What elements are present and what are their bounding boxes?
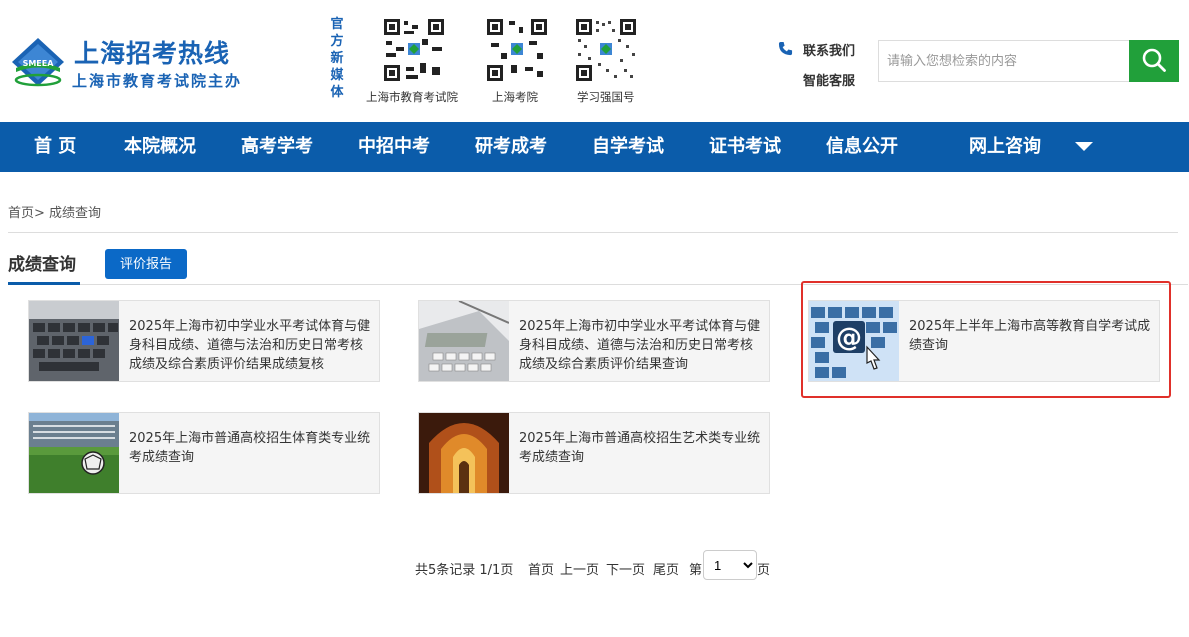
pager-first[interactable]: 首页 [528,559,554,578]
nav-item-about[interactable]: 本院概况 [124,122,196,172]
nav-item-yankao[interactable]: 研考成考 [475,122,547,172]
main-nav: 首 页 本院概况 高考学考 中招中考 研考成考 自学考试 证书考试 信息公开 网… [0,122,1189,172]
section-title[interactable]: 成绩查询 [8,250,76,275]
nav-item-gaokao[interactable]: 高考学考 [241,122,313,172]
nav-item-zhongkao[interactable]: 中招中考 [358,122,430,172]
site-header: SMEEA 上海招考热线 上海市教育考试院主办 官方新媒体 上海市教育考试院 上… [0,0,1189,122]
nav-item-info[interactable]: 信息公开 [826,122,898,172]
site-logo[interactable]: SMEEA 上海招考热线 上海市教育考试院主办 [10,34,240,94]
smart-service-link[interactable]: 智能客服 [803,70,855,89]
nav-item-self-study[interactable]: 自学考试 [592,122,664,172]
pager-prev[interactable]: 上一页 [560,559,599,578]
site-subtitle: 上海市教育考试院主办 [72,72,243,90]
card-title[interactable]: 2025年上海市普通高校招生艺术类专业统考成绩查询 [519,429,765,467]
smeea-logo-icon: SMEEA [12,38,64,87]
score-card[interactable]: 2025年上海市普通高校招生体育类专业统考成绩查询 [28,412,380,494]
search-box [878,40,1130,82]
qr-code-icon [382,17,446,83]
qr-code-icon [485,17,549,83]
score-card[interactable]: 2025年上海市普通高校招生艺术类专业统考成绩查询 [418,412,770,494]
logo-badge: SMEEA [23,59,55,68]
card-title[interactable]: 2025年上海市普通高校招生体育类专业统考成绩查询 [129,429,375,467]
nav-item-certificate[interactable]: 证书考试 [709,122,781,172]
qr-caption: 上海考院 [492,90,538,104]
nav-item-home[interactable]: 首 页 [34,122,76,172]
divider [8,232,1178,233]
pager-next[interactable]: 下一页 [606,559,645,578]
stadium-thumbnail [29,413,119,493]
search-icon [1142,48,1166,72]
breadcrumb-current: 成绩查询 [49,206,102,221]
contact-us-link[interactable]: 联系我们 [803,40,855,59]
laptop-keyboard-thumbnail [29,301,119,381]
page-select[interactable]: 1 [703,550,757,580]
contact-area: 联系我们 智能客服 [778,40,868,90]
pager-last[interactable]: 尾页 [653,559,679,578]
site-title: 上海招考热线 [74,39,231,68]
qr-code-icon [574,17,638,83]
search-button[interactable] [1129,40,1179,82]
pager-goto-suffix: 页 [757,563,771,578]
breadcrumb-home[interactable]: 首页> [8,206,45,221]
search-input[interactable] [887,41,1127,79]
qr-caption: 上海市教育考试院 [366,90,458,104]
calculator-thumbnail [419,301,509,381]
nav-item-consult[interactable]: 网上咨询 [969,122,1041,172]
official-media-label: 官方新媒体 [330,17,344,100]
chevron-down-icon[interactable] [1075,142,1093,152]
qr-caption: 学习强国号 [577,90,635,104]
report-button[interactable]: 评价报告 [105,249,187,279]
card-title[interactable]: 2025年上海市初中学业水平考试体育与健身科目成绩、道德与法治和历史日常考核成绩… [519,317,765,374]
card-title[interactable]: 2025年上海市初中学业水平考试体育与健身科目成绩、道德与法治和历史日常考核成绩… [129,317,375,374]
highlight-frame [801,281,1171,398]
pager-goto-prefix: 第 [689,563,703,578]
arch-corridor-thumbnail [419,413,509,493]
pager-summary: 共5条记录 1/1页 [415,563,514,578]
score-card[interactable]: 2025年上海市初中学业水平考试体育与健身科目成绩、道德与法治和历史日常考核成绩… [418,300,770,382]
active-tab-underline [8,282,80,285]
score-card[interactable]: 2025年上海市初中学业水平考试体育与健身科目成绩、道德与法治和历史日常考核成绩… [28,300,380,382]
breadcrumb: 首页> 成绩查询 [8,202,101,221]
pagination: 共5条记录 1/1页 首页 上一页 下一页 尾页 第 1 页 [414,548,771,590]
phone-icon [778,41,793,56]
